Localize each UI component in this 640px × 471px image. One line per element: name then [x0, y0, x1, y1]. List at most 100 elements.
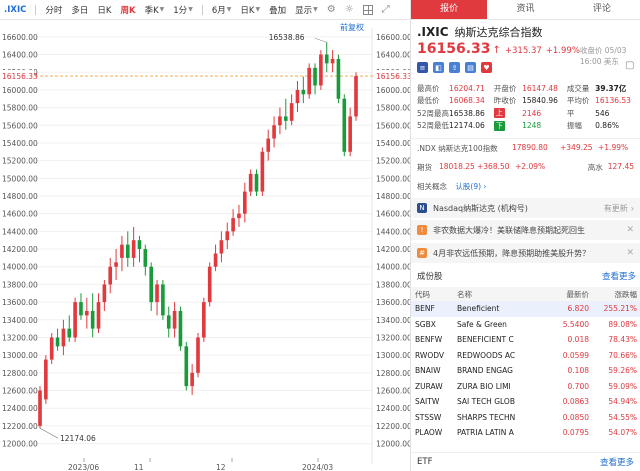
heart-icon[interactable]: ♥: [481, 62, 492, 73]
candle-body[interactable]: [207, 266, 212, 303]
candle-body[interactable]: [96, 302, 101, 329]
col-code[interactable]: 代码: [411, 287, 453, 301]
candle-body[interactable]: [73, 302, 77, 338]
candle-body[interactable]: [67, 328, 72, 338]
period-weekly[interactable]: 周K: [120, 4, 135, 16]
table-row[interactable]: SAITW SAI TECH GLOB 0.0863 54.94%: [411, 394, 640, 410]
candle-body[interactable]: [336, 58, 341, 99]
candle-body[interactable]: [79, 302, 83, 316]
news-item[interactable]: # 4月非农远低预期，降息预期助推美股升势？ ✕: [411, 243, 640, 263]
table-row[interactable]: BNAIW BRAND ENGAG 0.108 59.26%: [411, 363, 640, 379]
table-row[interactable]: BENF Beneficient 6.820 255.21%: [411, 301, 640, 317]
candle-body[interactable]: [248, 173, 253, 192]
tab-quote[interactable]: 报价: [411, 0, 488, 19]
tab-news[interactable]: 资讯: [487, 0, 563, 19]
display-dropdown[interactable]: 显示 ▼: [295, 4, 318, 16]
concept-link[interactable]: 认股: [455, 182, 470, 191]
news-item[interactable]: ! 非农数据大爆冷！美联储降息预期起死回生 ✕: [411, 220, 640, 240]
candle-body[interactable]: [342, 98, 347, 152]
candle-body[interactable]: [131, 240, 136, 258]
candle-body[interactable]: [289, 103, 294, 121]
candle-body[interactable]: [55, 337, 60, 347]
candle-body[interactable]: [90, 310, 95, 329]
chart-icon[interactable]: ◧: [433, 62, 444, 73]
col-price[interactable]: 最新价: [547, 287, 593, 301]
share-icon[interactable]: ⇪: [449, 62, 460, 73]
overlay-button[interactable]: 叠加: [269, 4, 286, 16]
period-multiday[interactable]: 多日: [71, 4, 88, 16]
candle-body[interactable]: [266, 138, 271, 152]
candle-body[interactable]: [137, 240, 142, 250]
candle-body[interactable]: [283, 116, 288, 121]
etf-more-link[interactable]: 查看更多: [600, 456, 634, 468]
candle-body[interactable]: [260, 151, 265, 192]
candle-body[interactable]: [324, 54, 329, 64]
related-concepts[interactable]: 相关概念 认股(9) ›: [417, 181, 486, 192]
constituents-more-link[interactable]: 查看更多: [602, 270, 636, 282]
candle-body[interactable]: [243, 191, 247, 214]
light-bulb-icon[interactable]: ☼: [345, 4, 354, 15]
candle-body[interactable]: [202, 302, 206, 338]
candle-body[interactable]: [38, 390, 42, 426]
candle-body[interactable]: [295, 89, 300, 104]
candle-body[interactable]: [319, 54, 323, 86]
tab-comments[interactable]: 评论: [564, 0, 640, 19]
candle-body[interactable]: [49, 337, 54, 360]
close-icon[interactable]: ✕: [626, 248, 634, 258]
period-daily[interactable]: 日K: [97, 4, 111, 16]
candle-body[interactable]: [272, 125, 276, 139]
period-minute-dropdown[interactable]: 1分 ▼: [173, 4, 193, 16]
candle-body[interactable]: [85, 310, 89, 316]
candle-body[interactable]: [161, 284, 165, 316]
candle-body[interactable]: [149, 266, 153, 303]
table-row[interactable]: RWODV REDWOODS AC 0.0599 70.66%: [411, 348, 640, 364]
fullscreen-icon[interactable]: ⤢: [382, 4, 390, 15]
candle-body[interactable]: [120, 244, 124, 258]
candle-body[interactable]: [44, 359, 48, 400]
symbol-label[interactable]: .IXIC: [4, 5, 26, 15]
candle-body[interactable]: [354, 76, 358, 117]
candle-body[interactable]: [108, 266, 113, 285]
candle-body[interactable]: [219, 240, 224, 254]
candle-body[interactable]: [330, 58, 335, 64]
ndx-row[interactable]: .NDX 纳斯达克100指数 17890.80 +349.25 +1.99%: [417, 143, 634, 154]
candle-body[interactable]: [178, 310, 183, 347]
candle-body[interactable]: [61, 328, 66, 347]
futures-row[interactable]: 期货 18018.25 +368.50 +2.09% 高水 127.45: [417, 162, 634, 173]
table-row[interactable]: SGBX Safe & Green 5.5400 89.08%: [411, 317, 640, 333]
col-change[interactable]: 涨跌幅: [593, 287, 640, 301]
candle-body[interactable]: [348, 116, 352, 152]
table-row[interactable]: PLAOW PATRIA LATIN A 0.0795 54.07%: [411, 425, 640, 441]
table-row[interactable]: BENFW BENEFICIENT C 0.018 78.43%: [411, 332, 640, 348]
candle-body[interactable]: [155, 284, 159, 303]
candle-body[interactable]: [125, 244, 130, 258]
range-dropdown[interactable]: 6月 ▼: [212, 4, 232, 16]
candle-body[interactable]: [143, 249, 148, 267]
candle-body[interactable]: [237, 213, 241, 219]
candle-body[interactable]: [307, 67, 311, 95]
layout-grid-icon[interactable]: [362, 4, 373, 15]
candle-body[interactable]: [313, 67, 317, 86]
table-row[interactable]: STSSW SHARPS TECHN 0.0850 54.55%: [411, 410, 640, 426]
doc-icon[interactable]: ▤: [465, 62, 476, 73]
candle-body[interactable]: [196, 337, 200, 373]
news-source-bar[interactable]: N Nasdaq纳斯达克 (机构号) 有更新 ›: [411, 198, 640, 218]
candle-body[interactable]: [254, 173, 259, 192]
candle-body[interactable]: [231, 218, 235, 232]
kline-dropdown[interactable]: 日K ▼: [240, 4, 260, 16]
close-icon[interactable]: ✕: [626, 225, 634, 235]
candle-body[interactable]: [166, 315, 171, 329]
candlestick-chart[interactable]: 16600.0016600.0016400.0016400.0016200.00…: [0, 20, 410, 471]
candle-body[interactable]: [225, 231, 230, 241]
table-row[interactable]: ZURAW ZURA BIO LIMI 0.700 59.09%: [411, 379, 640, 395]
candle-body[interactable]: [172, 310, 177, 329]
candle-body[interactable]: [184, 346, 189, 387]
settings-icon[interactable]: ⚙: [327, 4, 336, 15]
restore-adjust-link[interactable]: 前复权: [340, 22, 364, 33]
period-quarterly-dropdown[interactable]: 季K ▼: [145, 4, 165, 16]
candle-body[interactable]: [190, 372, 194, 387]
candle-body[interactable]: [213, 253, 218, 267]
col-name[interactable]: 名称: [453, 287, 547, 301]
period-intraday[interactable]: 分时: [45, 4, 62, 16]
candle-body[interactable]: [102, 284, 107, 303]
